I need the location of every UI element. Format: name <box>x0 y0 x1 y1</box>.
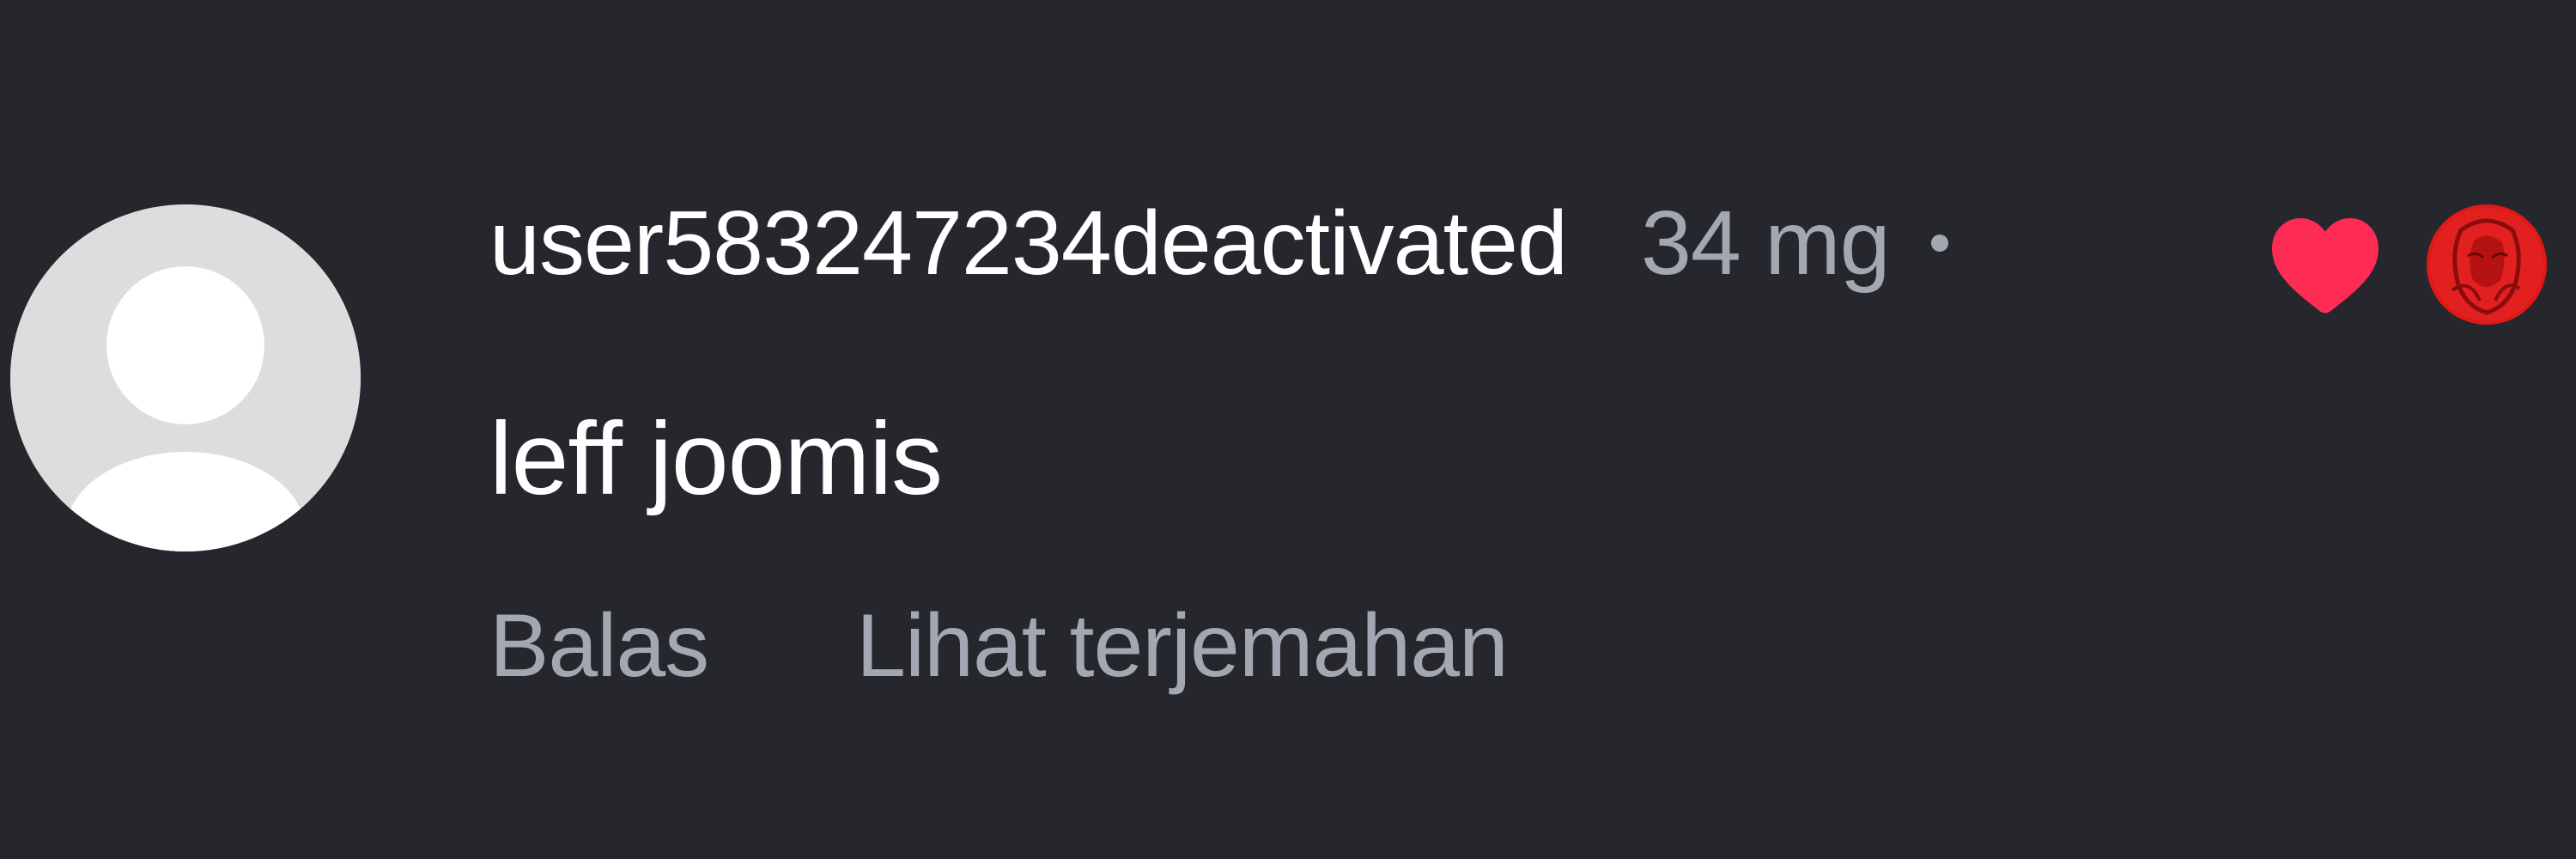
comment-content: user583247234deactivated 34 mg leff joom… <box>489 0 2576 859</box>
creator-liked-avatar <box>2427 204 2547 325</box>
see-translation-button[interactable]: Lihat terjemahan <box>856 595 1509 698</box>
comment-header: user583247234deactivated 34 mg <box>489 192 1948 295</box>
timestamp: 34 mg <box>1640 192 1891 294</box>
comment-text: leff joomis <box>489 401 943 516</box>
username[interactable]: user583247234deactivated <box>489 192 1568 295</box>
heart-icon[interactable] <box>2267 210 2384 317</box>
user-avatar[interactable] <box>10 204 361 551</box>
comment-actions: Balas Lihat terjemahan <box>489 595 1509 698</box>
default-user-avatar-icon <box>10 204 361 551</box>
separator-dot <box>1930 235 1948 252</box>
reply-button[interactable]: Balas <box>489 595 709 698</box>
